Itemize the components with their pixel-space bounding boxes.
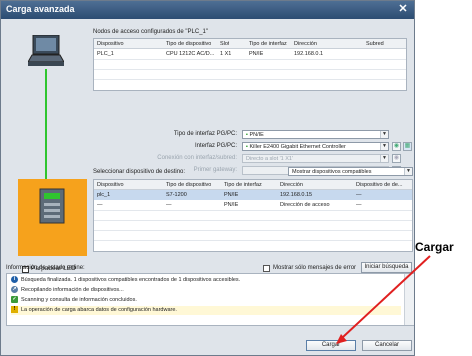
annotation-arrow [336, 255, 431, 344]
